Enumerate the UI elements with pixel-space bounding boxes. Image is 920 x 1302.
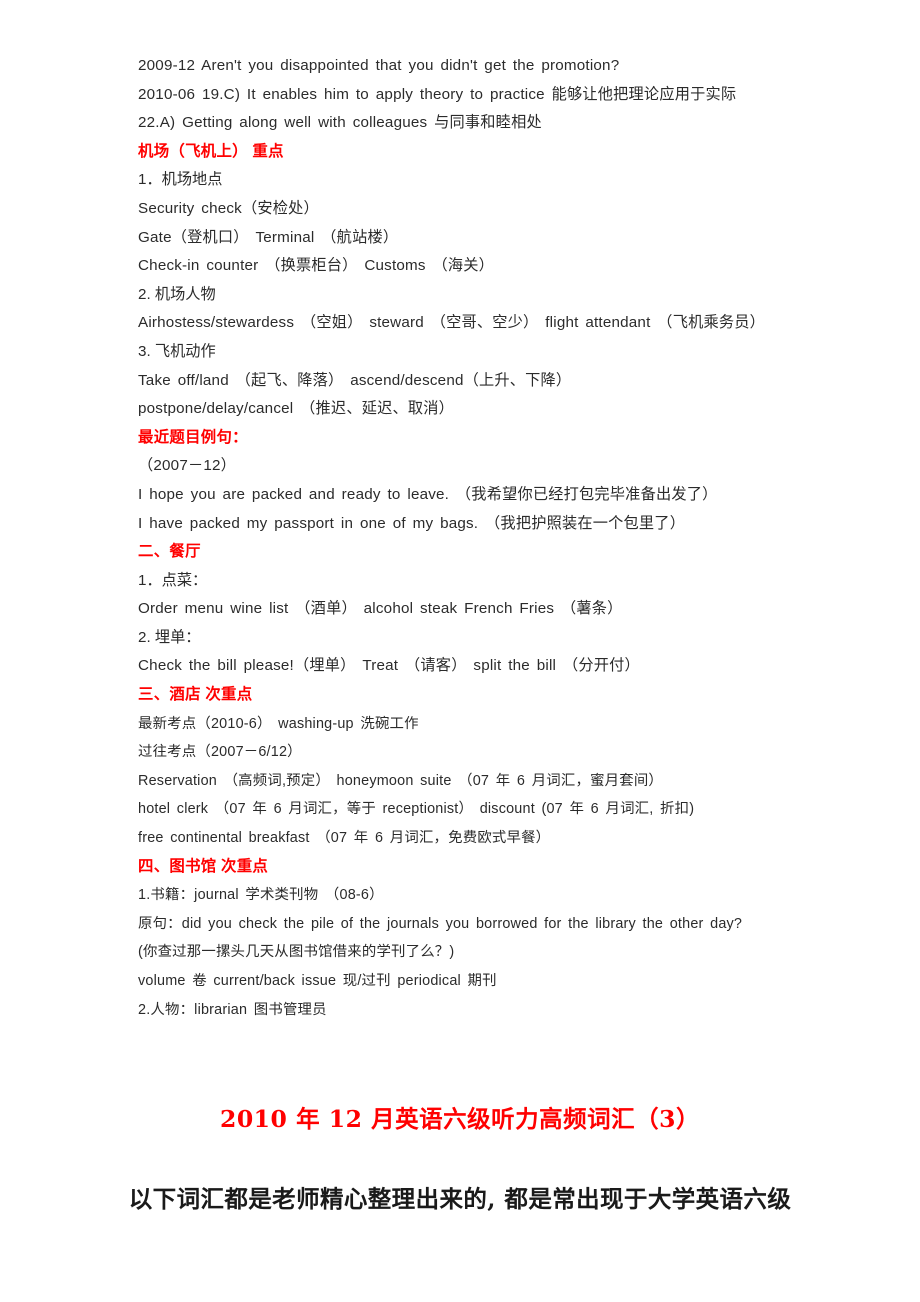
document-line: 2.人物：librarian 图书管理员 bbox=[138, 1001, 327, 1018]
numbered-subitem: 2. 埋单： bbox=[138, 628, 201, 646]
document-line: I hope you are packed and ready to leave… bbox=[138, 485, 718, 503]
document-heading-title: 2010 年 12 月英语六级听力高频词汇（3） bbox=[219, 1105, 700, 1133]
section-heading: 最近题目例句： bbox=[138, 428, 248, 446]
document-line: I have packed my passport in one of my b… bbox=[138, 514, 686, 532]
numbered-subitem: 3. 飞机动作 bbox=[138, 342, 216, 360]
document-line: Take off/land （起飞、降落） ascend/descend（上升、… bbox=[138, 371, 572, 389]
document-line: 22.A) Getting along well with colleagues… bbox=[138, 114, 542, 132]
numbered-subitem: 2. 机场人物 bbox=[138, 285, 216, 303]
document-line: Security check（安检处） bbox=[138, 199, 319, 217]
section-heading: 四、图书馆 次重点 bbox=[138, 857, 269, 875]
document-line: 2010-06 19.C) It enables him to apply th… bbox=[138, 85, 737, 103]
section-heading: 三、酒店 次重点 bbox=[138, 686, 253, 704]
document-line: （2007－12） bbox=[138, 457, 237, 475]
document-body: 2009-12 Aren't you disappointed that you… bbox=[138, 52, 798, 1024]
section-heading: 机场（飞机上） 重点 bbox=[138, 142, 284, 160]
document-line: Reservation （高频词,预定） honeymoon suite （07… bbox=[138, 772, 664, 789]
document-line: 2009-12 Aren't you disappointed that you… bbox=[138, 57, 620, 74]
document-line: 过往考点（2007－6/12） bbox=[138, 744, 302, 761]
section-heading: 二、餐厅 bbox=[138, 543, 201, 561]
document-page: 2009-12 Aren't you disappointed that you… bbox=[0, 0, 920, 1302]
document-line: Check the bill please!（埋单） Treat （请客） sp… bbox=[138, 657, 640, 675]
document-line: Gate（登机口） Terminal （航站楼） bbox=[138, 228, 399, 246]
document-line: hotel clerk （07 年 6 月词汇，等于 receptionist）… bbox=[138, 801, 695, 818]
bottom-title-block: 2010 年 12 月英语六级听力高频词汇（3） 以下词汇都是老师精心整理出来的… bbox=[0, 1102, 920, 1216]
document-line: free continental breakfast （07 年 6 月词汇，免… bbox=[138, 830, 551, 847]
document-line: 最新考点（2010-6） washing-up 洗碗工作 bbox=[138, 715, 419, 732]
document-heading-subtitle: 以下词汇都是老师精心整理出来的, 都是常出现于大学英语六级 bbox=[128, 1185, 792, 1213]
document-line: postpone/delay/cancel （推迟、延迟、取消） bbox=[138, 400, 455, 418]
document-line: volume 卷 current/back issue 现/过刊 periodi… bbox=[138, 973, 497, 989]
document-line: 1.书籍：journal 学术类刊物 （08-6） bbox=[138, 887, 384, 904]
numbered-subitem: 1．点菜： bbox=[138, 571, 208, 589]
numbered-subitem: 1．机场地点 bbox=[138, 171, 223, 189]
document-line: (你查过那一摞头几天从图书馆借来的学刊了么？) bbox=[138, 944, 455, 961]
document-line: 原句：did you check the pile of the journal… bbox=[138, 915, 743, 932]
document-line: Airhostess/stewardess （空姐） steward （空哥、空… bbox=[138, 314, 766, 332]
document-line: Check-in counter （换票柜台） Customs （海关） bbox=[138, 257, 495, 275]
document-line: Order menu wine list （酒单） alcohol steak … bbox=[138, 600, 623, 618]
